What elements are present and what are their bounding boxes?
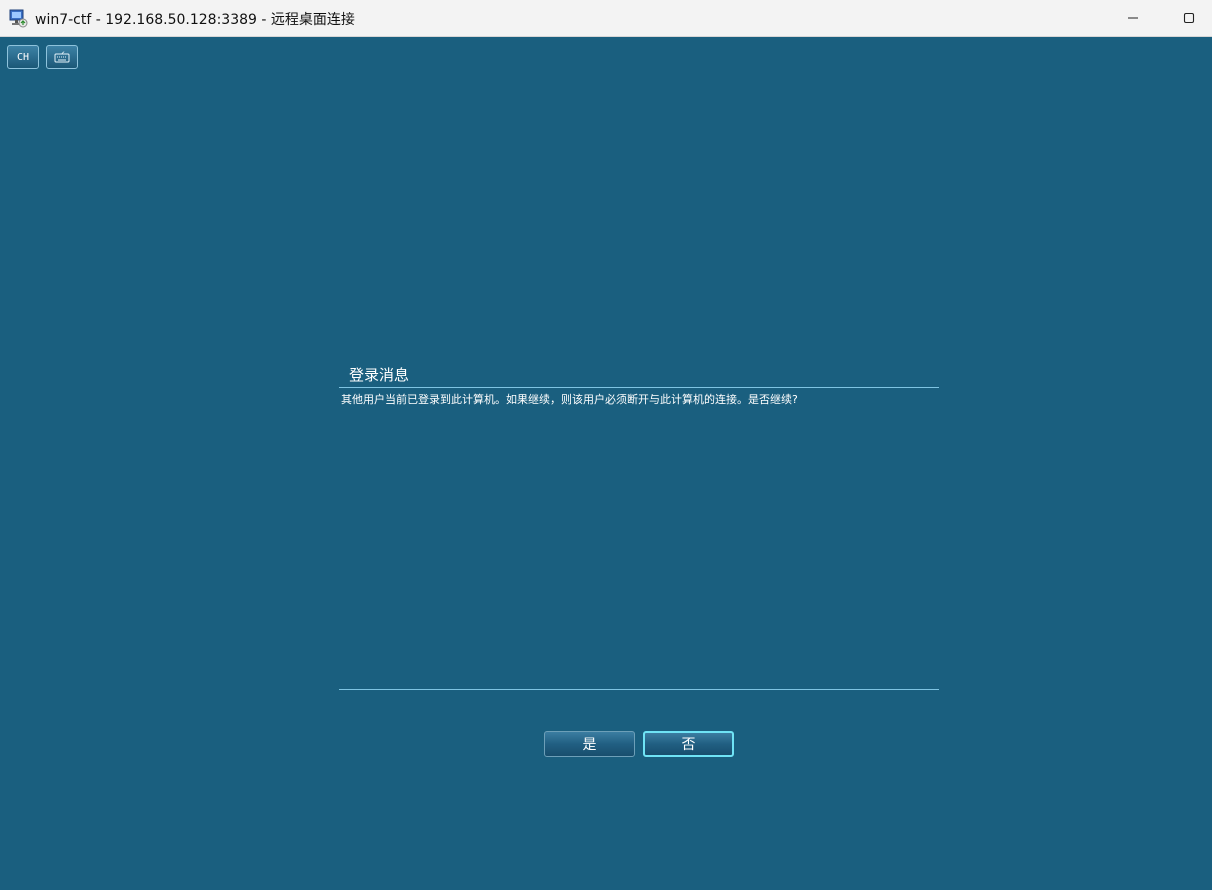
minimize-button[interactable] — [1105, 0, 1161, 36]
window-title: win7-ctf - 192.168.50.128:3389 - 远程桌面连接 — [35, 12, 355, 28]
minimize-icon — [1128, 17, 1138, 19]
language-button[interactable]: CH — [7, 45, 39, 69]
on-screen-keyboard-button[interactable] — [46, 45, 78, 69]
dialog-divider-top — [339, 387, 939, 388]
maximize-icon — [1183, 12, 1195, 24]
title-bar: win7-ctf - 192.168.50.128:3389 - 远程桌面连接 — [0, 0, 1212, 37]
remote-desktop-icon — [9, 9, 28, 28]
remote-desktop-window: win7-ctf - 192.168.50.128:3389 - 远程桌面连接 … — [0, 0, 1212, 890]
dialog-divider-bottom — [339, 689, 939, 690]
maximize-button[interactable] — [1161, 0, 1212, 36]
dialog-message: 其他用户当前已登录到此计算机。如果继续，则该用户必须断开与此计算机的连接。是否继… — [341, 393, 798, 406]
dialog-title: 登录消息 — [349, 366, 410, 384]
keyboard-icon — [54, 51, 70, 63]
yes-button[interactable]: 是 — [544, 731, 635, 757]
no-button[interactable]: 否 — [643, 731, 734, 757]
